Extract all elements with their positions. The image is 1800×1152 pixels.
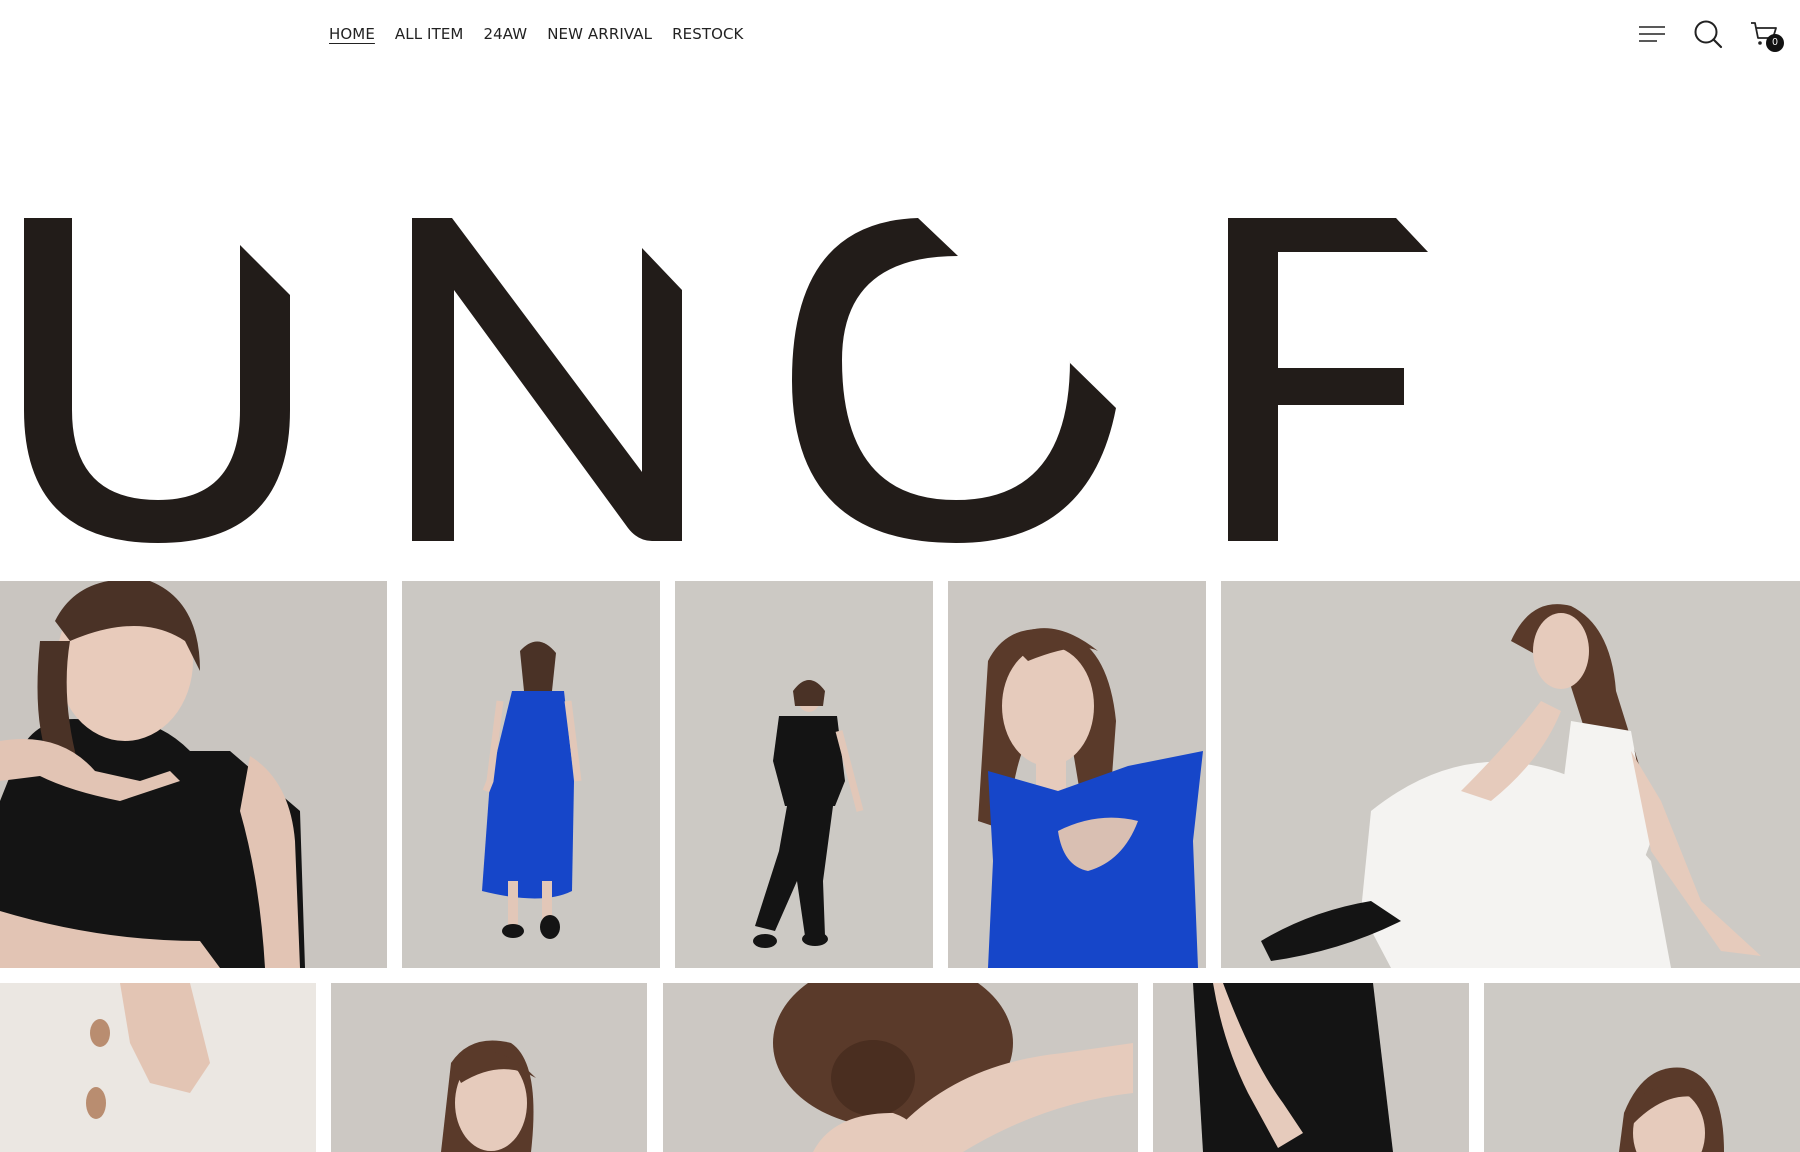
ungf-logo-mark <box>24 218 1428 543</box>
brand-logo <box>0 210 1440 550</box>
site-header: HOME ALL ITEM 24AW NEW ARRIVAL RESTOCK 0 <box>0 0 1800 70</box>
nav-home[interactable]: HOME <box>329 24 375 44</box>
menu-button[interactable] <box>1636 18 1668 50</box>
photo-model-blue-cutout-top <box>948 581 1206 968</box>
cart-count-badge: 0 <box>1766 34 1784 52</box>
photo-model-blue-slip-dress <box>402 581 660 968</box>
photo-detail-white-dress-hand <box>0 983 316 1152</box>
gallery-photo-model-blue-slip-dress[interactable] <box>402 581 660 968</box>
gallery-photo-model-portrait-white[interactable] <box>331 983 647 1152</box>
photo-model-hair-bun-back <box>663 983 1138 1152</box>
gallery-photo-model-white-dress-seated[interactable] <box>1221 581 1800 968</box>
search-button[interactable] <box>1692 18 1724 50</box>
menu-icon <box>1639 26 1665 42</box>
gallery-photo-detail-white-dress-hand[interactable] <box>0 983 316 1152</box>
gallery-photo-model-black-top-pants[interactable] <box>675 581 933 968</box>
nav-all-item[interactable]: ALL ITEM <box>395 24 464 44</box>
gallery-photo-model-black-top-closeup[interactable] <box>0 581 387 968</box>
main-nav: HOME ALL ITEM 24AW NEW ARRIVAL RESTOCK <box>329 24 744 44</box>
gallery-photo-model-portrait-corner[interactable] <box>1484 983 1800 1152</box>
photo-model-portrait-corner <box>1484 983 1800 1152</box>
gallery-photo-detail-black-dress[interactable] <box>1153 983 1469 1152</box>
gallery-photo-model-hair-bun-back[interactable] <box>663 983 1138 1152</box>
nav-24aw[interactable]: 24AW <box>483 24 527 44</box>
header-icons: 0 <box>1636 18 1784 52</box>
photo-detail-black-dress <box>1153 983 1469 1152</box>
gallery-photo-model-blue-cutout-top[interactable] <box>948 581 1206 968</box>
search-icon <box>1694 20 1723 49</box>
nav-new-arrival[interactable]: NEW ARRIVAL <box>547 24 652 44</box>
photo-model-black-top-closeup <box>0 581 387 968</box>
cart-button[interactable]: 0 <box>1748 18 1784 52</box>
photo-model-white-dress-seated <box>1221 581 1800 968</box>
nav-restock[interactable]: RESTOCK <box>672 24 743 44</box>
photo-model-black-top-pants <box>675 581 933 968</box>
photo-model-portrait-white <box>331 983 647 1152</box>
